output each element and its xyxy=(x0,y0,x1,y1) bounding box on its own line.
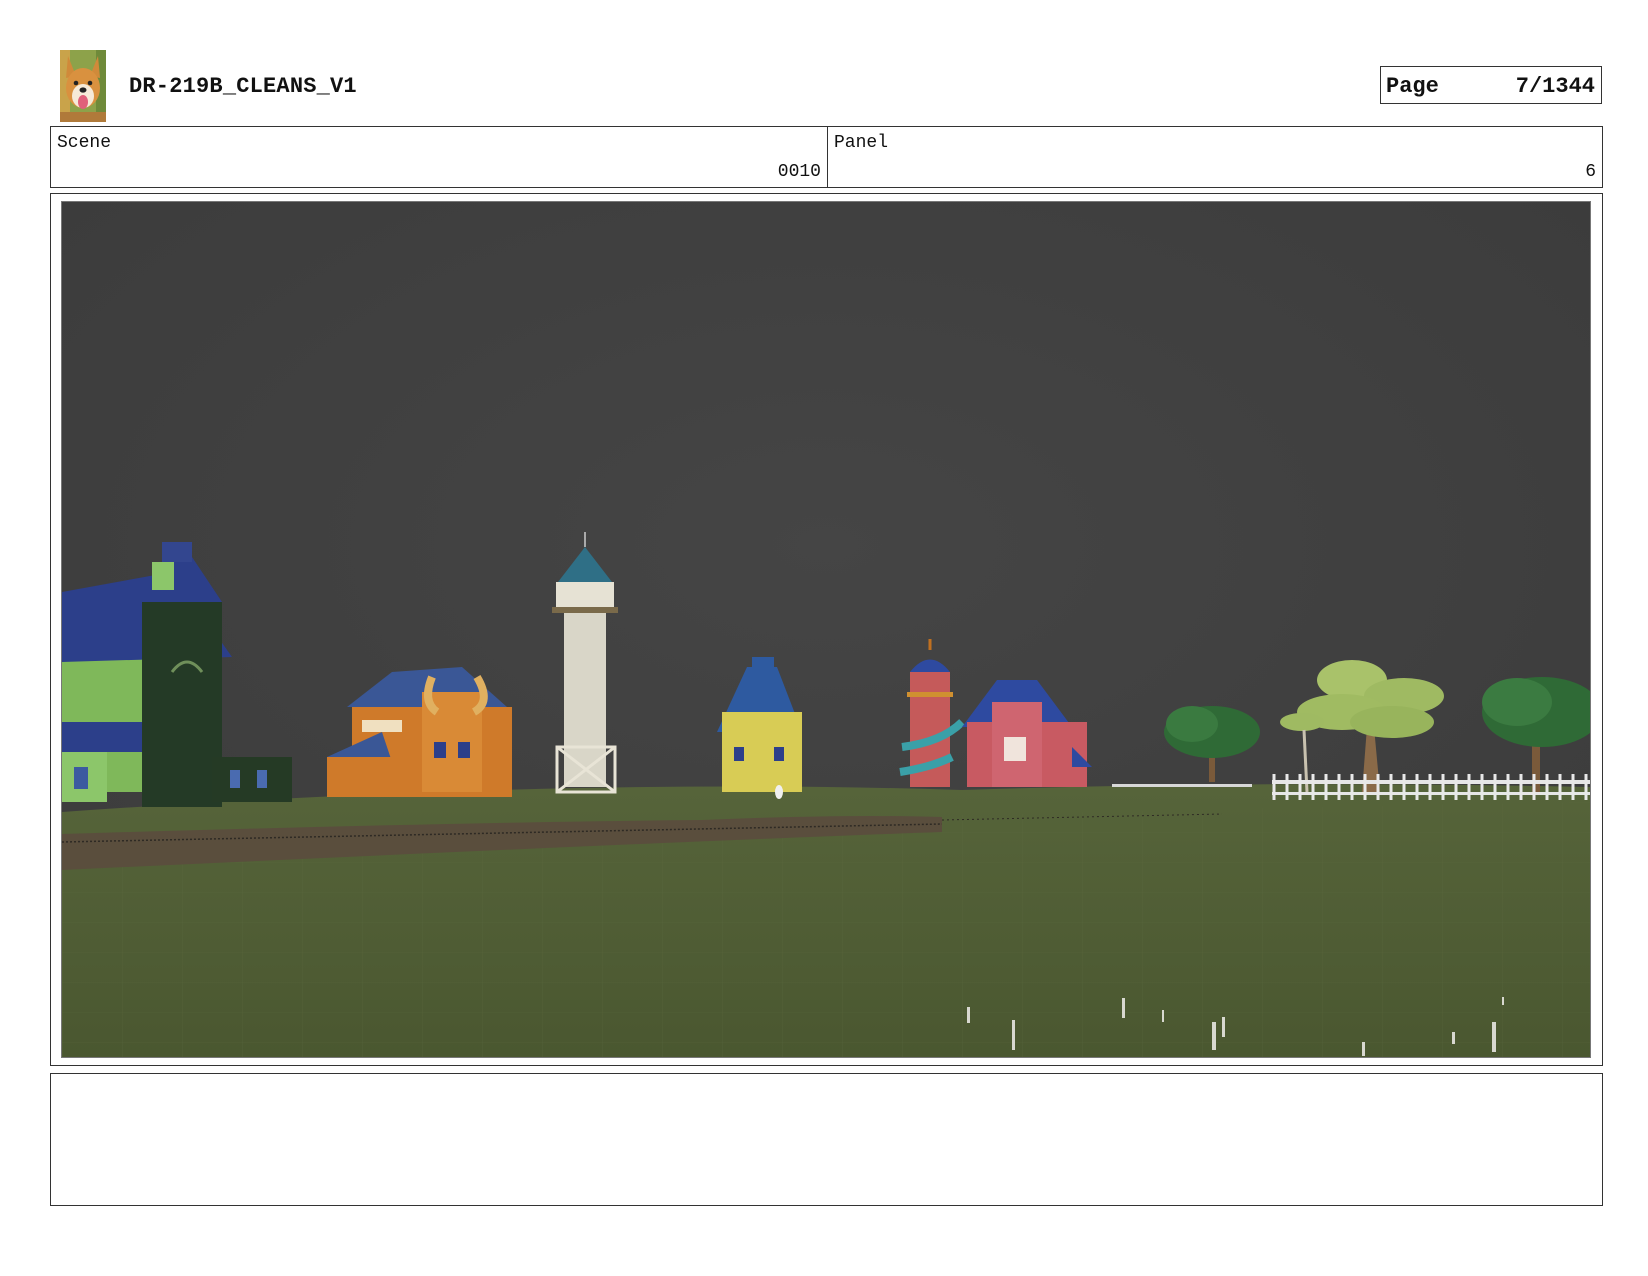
panel-label: Panel xyxy=(834,133,889,153)
scene-value: 0010 xyxy=(777,162,821,182)
panel-value: 6 xyxy=(1585,162,1596,182)
scene-cell: Scene 0010 xyxy=(51,127,828,187)
dog-avatar-icon xyxy=(60,50,106,122)
farm-scene-image xyxy=(62,202,1590,1057)
scene-label: Scene xyxy=(57,133,112,153)
panel-notes-box[interactable] xyxy=(50,1073,1603,1206)
panel-cell: Panel 6 xyxy=(828,127,1602,187)
scene-panel-row: Scene 0010 Panel 6 xyxy=(50,126,1603,188)
page-number: 7/1344 xyxy=(1515,74,1595,99)
page-label: Page xyxy=(1386,74,1439,99)
document-title: DR-219B_CLEANS_V1 xyxy=(129,74,357,99)
scene-viewport xyxy=(61,201,1591,1058)
page-indicator: Page 7/1344 xyxy=(1380,66,1602,104)
